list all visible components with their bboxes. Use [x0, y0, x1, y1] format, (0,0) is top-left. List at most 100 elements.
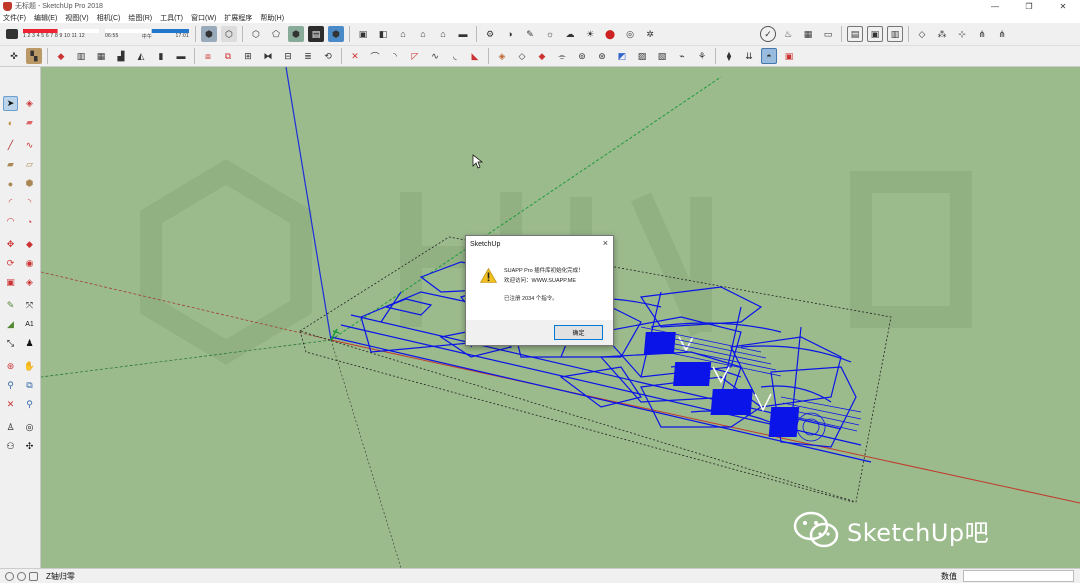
- shadow-date-scale[interactable]: 1 2 3 4 5 6 7 8 9 10 11 12: [23, 29, 99, 39]
- suapp-explode-icon[interactable]: ◆: [534, 48, 550, 64]
- dimension-tool-icon[interactable]: ⤧: [22, 298, 37, 313]
- eraser-icon[interactable]: ▰: [22, 115, 37, 130]
- suapp-layer-icon[interactable]: ⧫: [721, 48, 737, 64]
- zoom-tool-icon[interactable]: ⚲: [3, 378, 18, 393]
- components-icon[interactable]: ▣: [867, 26, 883, 42]
- suapp-roof-icon[interactable]: ◭: [133, 48, 149, 64]
- credits-status-icon[interactable]: [17, 571, 26, 581]
- polygon-tool-icon[interactable]: ⬢: [22, 176, 37, 191]
- sun-icon[interactable]: ☼: [542, 26, 558, 42]
- maximize-button[interactable]: ❐: [1012, 0, 1046, 12]
- suapp-door-icon[interactable]: ▥: [73, 48, 89, 64]
- minimize-button[interactable]: —: [978, 0, 1012, 12]
- two-point-arc-icon[interactable]: ◝: [22, 195, 37, 210]
- sandbox-grid-icon[interactable]: ⁂: [934, 26, 950, 42]
- 3d-text-icon[interactable]: ♟: [22, 336, 37, 351]
- suapp-face-icon[interactable]: ◸: [407, 48, 423, 64]
- make-component-icon[interactable]: ◈: [22, 96, 37, 111]
- suapp-loft-icon[interactable]: ⊚: [574, 48, 590, 64]
- menu-help[interactable]: 帮助(H): [260, 13, 284, 23]
- suapp-shell-icon[interactable]: ◩: [614, 48, 630, 64]
- measurements-input[interactable]: [963, 570, 1074, 582]
- dialog-close-button[interactable]: ×: [603, 238, 608, 248]
- scale-tool-icon[interactable]: ▣: [3, 275, 18, 290]
- menu-draw[interactable]: 绘图(R): [128, 13, 152, 23]
- section-plane-tool-icon[interactable]: ✣: [22, 439, 37, 454]
- shadow-toggle-icon[interactable]: ☀: [582, 26, 598, 42]
- suapp-column-icon[interactable]: ▮: [153, 48, 169, 64]
- warehouse-icon[interactable]: ⚙: [482, 26, 498, 42]
- suapp-beam-icon[interactable]: ▬: [173, 48, 189, 64]
- menu-edit[interactable]: 编辑(E): [34, 13, 57, 23]
- protractor-icon[interactable]: ◢: [3, 317, 18, 332]
- select-tool-icon[interactable]: ➤: [3, 96, 18, 111]
- suapp-arc-icon[interactable]: ◝: [387, 48, 403, 64]
- suapp-align-icon[interactable]: ⊟: [280, 48, 296, 64]
- circle-tool-icon[interactable]: ●: [3, 176, 18, 191]
- follow-me-icon[interactable]: ◉: [22, 256, 37, 271]
- walk-tool-icon[interactable]: ⚇: [3, 439, 18, 454]
- outliner-icon[interactable]: ▤: [847, 26, 863, 42]
- section-plane-icon[interactable]: ◑: [502, 26, 518, 42]
- orbit-tool-icon[interactable]: ⊛: [3, 359, 18, 374]
- arc-tool-icon[interactable]: ◜: [3, 195, 18, 210]
- left-view-icon[interactable]: ▬: [455, 26, 471, 42]
- zoom-extents-icon[interactable]: ✕: [3, 397, 18, 412]
- push-pull-icon[interactable]: ◆: [22, 237, 37, 252]
- shaded-textures-style-icon[interactable]: ▤: [308, 26, 324, 42]
- geo-location-status-icon[interactable]: [5, 571, 14, 581]
- menu-file[interactable]: 文件(F): [3, 13, 26, 23]
- top-view-icon[interactable]: ◧: [375, 26, 391, 42]
- wireframe-style-icon[interactable]: ⬡: [248, 26, 264, 42]
- suapp-flatten-icon[interactable]: ⇊: [741, 48, 757, 64]
- three-point-arc-icon[interactable]: ◠: [3, 214, 18, 229]
- check-icon[interactable]: ✓: [760, 26, 776, 42]
- xray-style-icon[interactable]: ⬢: [201, 26, 217, 42]
- rotated-rectangle-icon[interactable]: ▱: [22, 157, 37, 172]
- suapp-mirror-icon[interactable]: ⧓: [260, 48, 276, 64]
- suapp-stack-icon[interactable]: ≣: [300, 48, 316, 64]
- menu-tools[interactable]: 工具(T): [160, 13, 183, 23]
- hidden-line-style-icon[interactable]: ⬠: [268, 26, 284, 42]
- front-view-icon[interactable]: ⌂: [395, 26, 411, 42]
- tape-measure-icon[interactable]: ✎: [3, 298, 18, 313]
- sandbox-smoove-icon[interactable]: ⊹: [954, 26, 970, 42]
- shaded-style-icon[interactable]: ⬢: [288, 26, 304, 42]
- layers-icon[interactable]: ▦: [800, 26, 816, 42]
- menu-camera[interactable]: 相机(C): [97, 13, 121, 23]
- axes-tool-icon[interactable]: ⤡: [3, 336, 18, 351]
- suapp-stairs-icon[interactable]: ▟: [113, 48, 129, 64]
- suapp-split-icon[interactable]: ⌯: [554, 48, 570, 64]
- pencil-shape-icon[interactable]: ✎: [522, 26, 538, 42]
- suapp-rotate-icon[interactable]: ⟲: [320, 48, 336, 64]
- offset-tool-icon[interactable]: ◈: [22, 275, 37, 290]
- suapp-fix-icon[interactable]: ⚘: [694, 48, 710, 64]
- freehand-tool-icon[interactable]: ∿: [22, 138, 37, 153]
- right-view-icon[interactable]: ⌂: [415, 26, 431, 42]
- sandbox-stamp-icon[interactable]: ⋔: [974, 26, 990, 42]
- suapp-offset-icon[interactable]: ⧉: [220, 48, 236, 64]
- pie-tool-icon[interactable]: ◔: [22, 214, 37, 229]
- suapp-line-icon[interactable]: ✕: [347, 48, 363, 64]
- suapp-logo-icon[interactable]: ✜: [6, 48, 22, 64]
- shadow-time-scale[interactable]: 06:55 中午 17:01: [105, 28, 189, 40]
- geo-location-icon[interactable]: ✲: [642, 26, 658, 42]
- teapot-icon[interactable]: ♨: [780, 26, 796, 42]
- rotate-tool-icon[interactable]: ⟳: [3, 256, 18, 271]
- suapp-component-icon[interactable]: ◇: [514, 48, 530, 64]
- suapp-curve-icon[interactable]: ⌒: [367, 48, 383, 64]
- sandbox-drape-icon[interactable]: ⋔: [994, 26, 1010, 42]
- suapp-export-icon[interactable]: ▣: [781, 48, 797, 64]
- materials-icon[interactable]: ▥: [887, 26, 903, 42]
- paint-bucket-icon[interactable]: ◐: [3, 115, 18, 130]
- suapp-uv-icon[interactable]: ▧: [654, 48, 670, 64]
- suapp-window-icon[interactable]: ▦: [93, 48, 109, 64]
- globe-icon[interactable]: ◎: [622, 26, 638, 42]
- suapp-chamfer-icon[interactable]: ◣: [467, 48, 483, 64]
- suapp-sweep-icon[interactable]: ⊛: [594, 48, 610, 64]
- help-status-icon[interactable]: [29, 571, 38, 581]
- suapp-fillet-icon[interactable]: ◟: [447, 48, 463, 64]
- text-tool-icon[interactable]: A1: [22, 317, 37, 332]
- pan-tool-icon[interactable]: ✋: [22, 359, 37, 374]
- suapp-wall-icon[interactable]: ▚: [26, 48, 42, 64]
